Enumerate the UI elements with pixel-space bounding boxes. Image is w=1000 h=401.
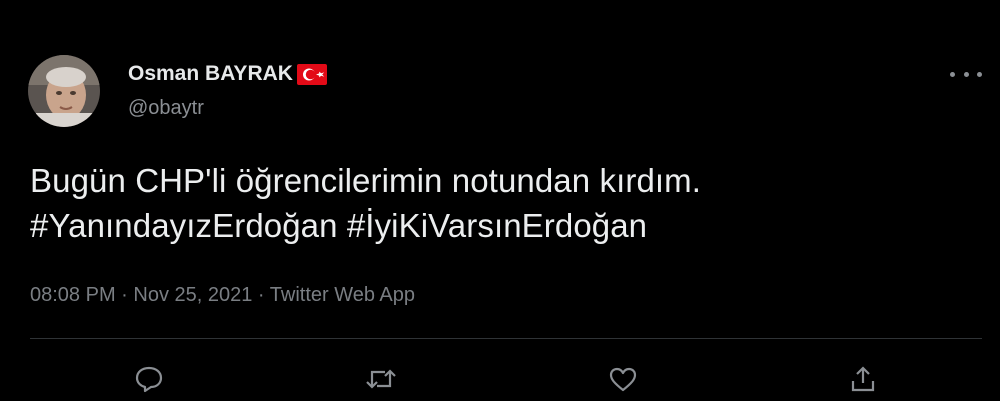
share-icon <box>849 365 877 393</box>
tweet: Osman BAYRAK @obaytr Bugün CHP'li öğrenc… <box>0 0 1000 401</box>
reply-icon <box>134 365 164 393</box>
like-icon <box>608 366 638 393</box>
tweet-meta[interactable]: 08:08 PM · Nov 25, 2021 · Twitter Web Ap… <box>30 284 415 307</box>
turkey-flag-icon <box>296 63 327 85</box>
like-button[interactable] <box>606 364 640 394</box>
author-handle[interactable]: @obaytr <box>128 97 204 120</box>
tweet-hashtags-line[interactable]: #YanındayızErdoğan #İyiKiVarsınErdoğan <box>30 207 647 245</box>
author-name-text: Osman BAYRAK <box>128 62 293 85</box>
divider <box>30 338 982 339</box>
more-dot <box>950 71 955 77</box>
reply-button[interactable] <box>132 364 166 394</box>
avatar[interactable] <box>28 55 100 127</box>
share-button[interactable] <box>846 364 880 394</box>
retweet-button[interactable] <box>364 364 398 394</box>
more-dot <box>963 71 969 77</box>
retweet-icon <box>365 366 397 392</box>
author-display-name[interactable]: Osman BAYRAK <box>128 62 327 86</box>
more-dot <box>977 71 982 77</box>
more-options-icon[interactable] <box>950 62 982 86</box>
tweet-text-line: Bugün CHP'li öğrencilerimin notundan kır… <box>30 162 702 199</box>
